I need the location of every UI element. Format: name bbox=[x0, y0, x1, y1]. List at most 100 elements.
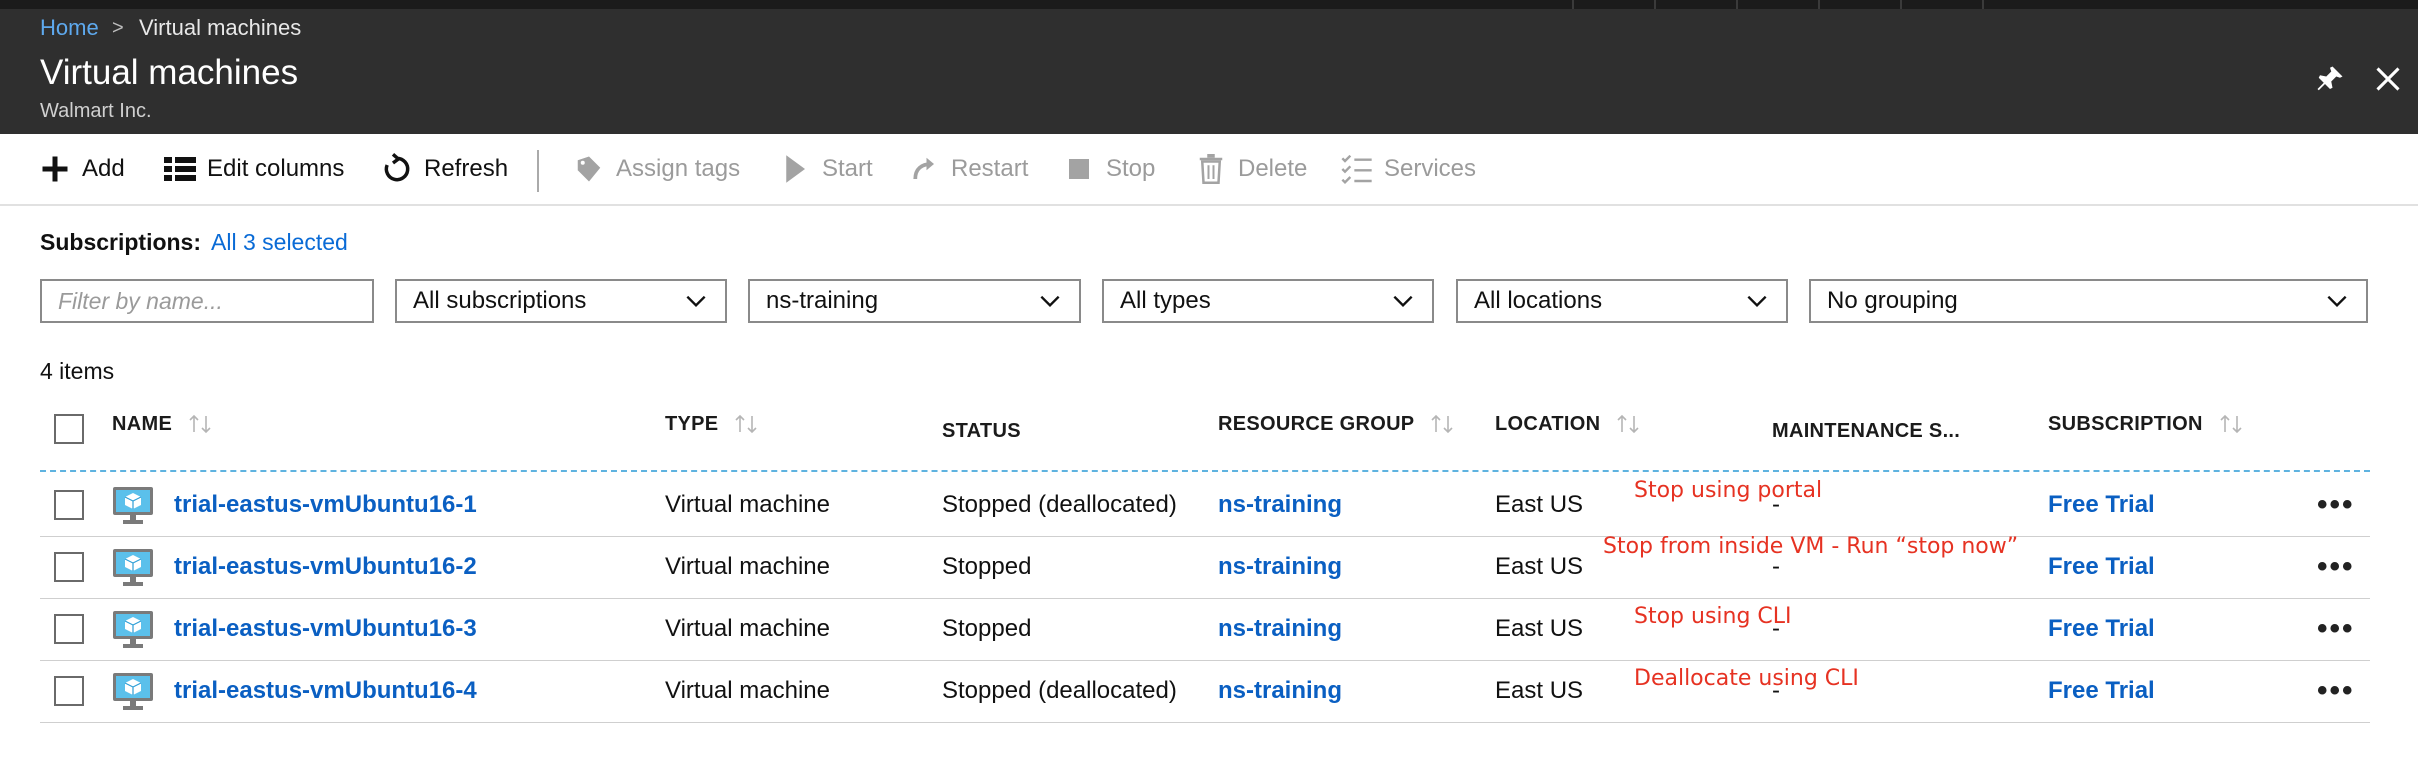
vm-name-link[interactable]: trial-eastus-vmUbuntu16-1 bbox=[174, 474, 477, 536]
row-checkbox[interactable] bbox=[54, 490, 84, 520]
types-dropdown[interactable]: All types bbox=[1102, 279, 1434, 323]
toolbar-divider bbox=[537, 150, 539, 192]
virtual-machine-icon bbox=[113, 487, 153, 524]
start-label: Start bbox=[822, 155, 873, 182]
add-button[interactable]: Add bbox=[38, 134, 125, 204]
services-label: Services bbox=[1384, 155, 1477, 182]
subscriptions-filter: Subscriptions: All 3 selected bbox=[40, 229, 348, 256]
subscription-link[interactable]: Free Trial bbox=[2048, 660, 2155, 722]
chevron-down-icon bbox=[686, 295, 706, 308]
vm-name-link[interactable]: trial-eastus-vmUbuntu16-4 bbox=[174, 660, 477, 722]
delete-button[interactable]: Delete bbox=[1194, 134, 1307, 204]
column-header-status[interactable]: STATUS bbox=[942, 420, 1021, 443]
pin-icon[interactable] bbox=[2310, 59, 2350, 99]
locations-dropdown[interactable]: All locations bbox=[1456, 279, 1788, 323]
breadcrumb-separator: > bbox=[112, 17, 124, 39]
stop-icon bbox=[1062, 152, 1096, 186]
resource-group-dropdown-value: ns-training bbox=[766, 287, 879, 314]
top-bar-divider bbox=[1572, 0, 1574, 9]
subscriptions-dropdown-value: All subscriptions bbox=[413, 287, 587, 314]
top-bar-divider bbox=[1982, 0, 1984, 9]
services-button[interactable]: Services bbox=[1340, 134, 1476, 204]
start-button[interactable]: Start bbox=[778, 134, 873, 204]
annotation-note: Stop using portal bbox=[1634, 478, 1823, 503]
column-header-name[interactable]: NAME bbox=[112, 412, 214, 436]
annotation-note: Stop using CLI bbox=[1634, 604, 1792, 629]
top-bar bbox=[0, 0, 2418, 9]
table-row[interactable]: trial-eastus-vmUbuntu16-3 Virtual machin… bbox=[40, 598, 2370, 661]
column-header-label: LOCATION bbox=[1495, 412, 1601, 435]
top-bar-divider bbox=[1818, 0, 1820, 9]
row-checkbox[interactable] bbox=[54, 552, 84, 582]
virtual-machine-icon bbox=[113, 673, 153, 710]
row-checkbox[interactable] bbox=[54, 614, 84, 644]
command-bar: Add Edit columns Refresh Assign tags Sta… bbox=[0, 134, 2418, 206]
virtual-machine-icon bbox=[113, 611, 153, 648]
column-header-subscription[interactable]: SUBSCRIPTION bbox=[2048, 412, 2245, 436]
chevron-down-icon bbox=[1393, 295, 1413, 308]
sort-icon bbox=[1431, 414, 1454, 434]
more-actions-icon[interactable]: ••• bbox=[2317, 598, 2355, 660]
table-row[interactable]: trial-eastus-vmUbuntu16-1 Virtual machin… bbox=[40, 474, 2370, 537]
trash-icon bbox=[1194, 152, 1228, 186]
table-header-divider bbox=[40, 470, 2370, 472]
resource-group-link[interactable]: ns-training bbox=[1218, 474, 1342, 536]
sort-icon bbox=[1617, 414, 1639, 434]
chevron-down-icon bbox=[1040, 295, 1060, 308]
column-header-maintenance[interactable]: MAINTENANCE S... bbox=[1772, 420, 1960, 443]
subscriptions-link[interactable]: All 3 selected bbox=[211, 229, 348, 255]
tag-icon bbox=[572, 152, 606, 186]
resource-group-link[interactable]: ns-training bbox=[1218, 660, 1342, 722]
subscription-link[interactable]: Free Trial bbox=[2048, 536, 2155, 598]
resource-group-link[interactable]: ns-training bbox=[1218, 536, 1342, 598]
more-actions-icon[interactable]: ••• bbox=[2317, 536, 2355, 598]
column-header-type[interactable]: TYPE bbox=[665, 412, 760, 436]
grouping-dropdown-value: No grouping bbox=[1827, 287, 1958, 314]
filter-by-name-field[interactable] bbox=[42, 281, 372, 321]
vm-location: East US bbox=[1495, 491, 1584, 518]
restart-button[interactable]: Restart bbox=[907, 134, 1028, 204]
vm-type: Virtual machine bbox=[665, 491, 830, 518]
vm-status: Stopped (deallocated) bbox=[942, 677, 1177, 704]
edit-columns-button[interactable]: Edit columns bbox=[163, 134, 344, 204]
resource-group-dropdown[interactable]: ns-training bbox=[748, 279, 1081, 323]
subscriptions-dropdown[interactable]: All subscriptions bbox=[395, 279, 727, 323]
assign-tags-label: Assign tags bbox=[616, 155, 741, 182]
vm-name-link[interactable]: trial-eastus-vmUbuntu16-2 bbox=[174, 536, 477, 598]
top-bar-divider bbox=[1654, 0, 1656, 9]
types-dropdown-value: All types bbox=[1120, 287, 1211, 314]
sort-icon bbox=[189, 414, 211, 434]
breadcrumb-current: Virtual machines bbox=[139, 15, 302, 40]
page-subtitle: Walmart Inc. bbox=[40, 100, 152, 122]
column-header-resource-group[interactable]: RESOURCE GROUP bbox=[1218, 412, 1456, 436]
select-all-checkbox[interactable] bbox=[54, 414, 84, 444]
sort-icon bbox=[735, 414, 758, 434]
page-title: Virtual machines bbox=[40, 53, 299, 92]
subscription-link[interactable]: Free Trial bbox=[2048, 474, 2155, 536]
column-header-location[interactable]: LOCATION bbox=[1495, 412, 1642, 436]
sort-icon bbox=[2220, 414, 2242, 434]
table-row[interactable]: trial-eastus-vmUbuntu16-2 Virtual machin… bbox=[40, 536, 2370, 599]
more-actions-icon[interactable]: ••• bbox=[2317, 474, 2355, 536]
resource-group-link[interactable]: ns-training bbox=[1218, 598, 1342, 660]
assign-tags-button[interactable]: Assign tags bbox=[572, 134, 740, 204]
close-icon[interactable] bbox=[2368, 59, 2408, 99]
table-row[interactable]: trial-eastus-vmUbuntu16-4 Virtual machin… bbox=[40, 660, 2370, 723]
vm-type: Virtual machine bbox=[665, 677, 830, 704]
more-actions-icon[interactable]: ••• bbox=[2317, 660, 2355, 722]
vm-location: East US bbox=[1495, 615, 1584, 642]
filter-by-name-input[interactable] bbox=[40, 279, 374, 323]
stop-button[interactable]: Stop bbox=[1062, 134, 1155, 204]
blade-header: Virtual machines Walmart Inc. bbox=[0, 47, 2418, 134]
restart-icon bbox=[907, 152, 941, 186]
refresh-button[interactable]: Refresh bbox=[380, 134, 508, 204]
play-icon bbox=[778, 152, 812, 186]
vm-name-link[interactable]: trial-eastus-vmUbuntu16-3 bbox=[174, 598, 477, 660]
grouping-dropdown[interactable]: No grouping bbox=[1809, 279, 2368, 323]
row-checkbox[interactable] bbox=[54, 676, 84, 706]
virtual-machine-icon bbox=[113, 549, 153, 586]
delete-label: Delete bbox=[1238, 155, 1308, 182]
refresh-label: Refresh bbox=[424, 155, 509, 182]
breadcrumb-home-link[interactable]: Home bbox=[40, 9, 99, 47]
subscription-link[interactable]: Free Trial bbox=[2048, 598, 2155, 660]
